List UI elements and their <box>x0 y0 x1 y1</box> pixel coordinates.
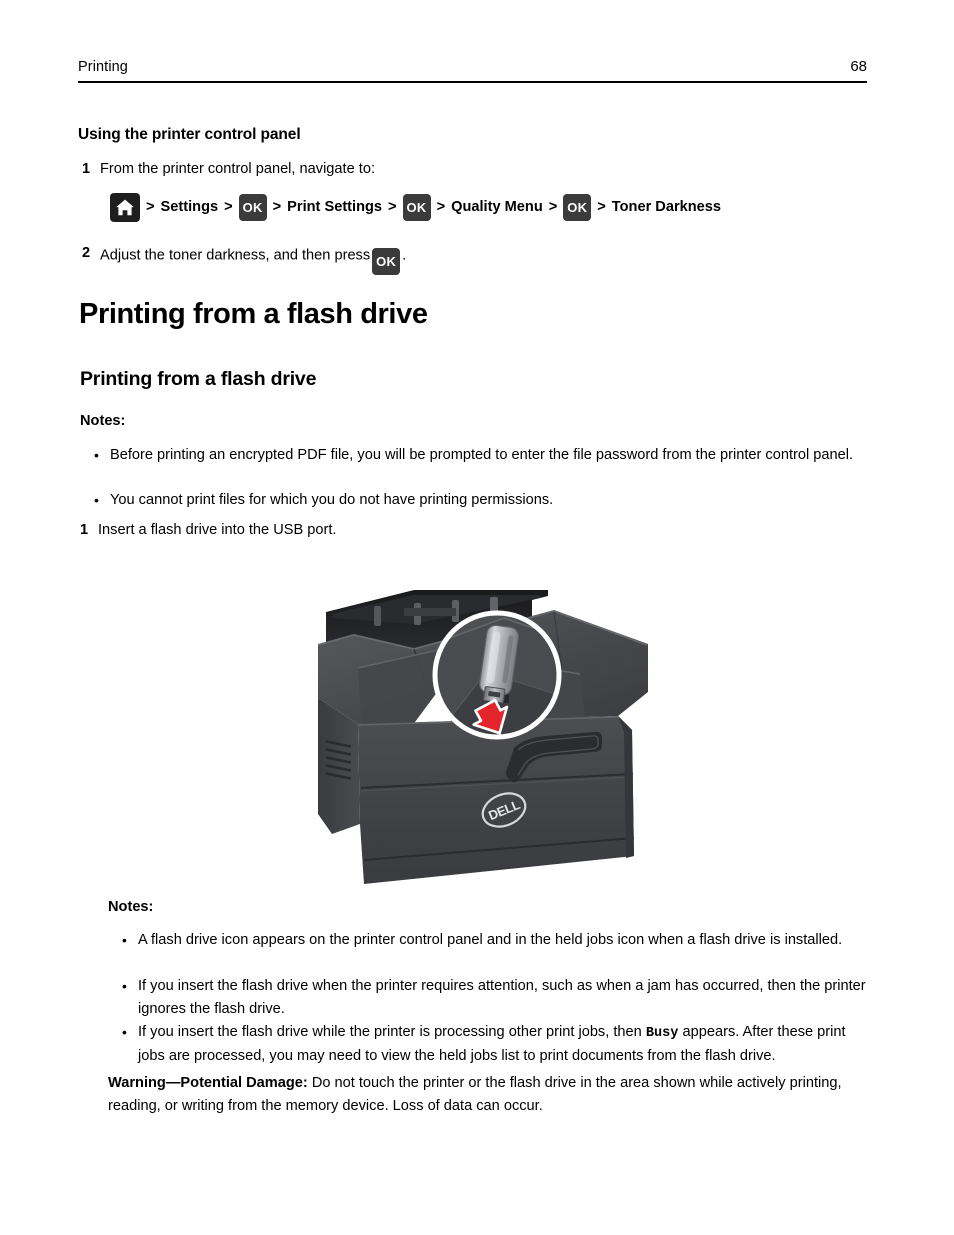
nav-separator-7: > <box>597 199 606 215</box>
list-item: • You cannot print files for which you d… <box>94 489 866 512</box>
step-text-after: . <box>402 247 407 264</box>
note-text: A flash drive icon appears on the printe… <box>138 932 843 948</box>
nav-separator-1: > <box>146 199 155 215</box>
step-text-before: Adjust the toner darkness, and then pres… <box>100 247 371 264</box>
note-text: Before printing an encrypted PDF file, y… <box>110 447 854 463</box>
nav-item-quality-menu[interactable]: Quality Menu <box>451 199 543 215</box>
nav-separator-2: > <box>224 199 233 215</box>
busy-status-code: Busy <box>645 1026 679 1041</box>
header-section-title: Printing <box>78 59 128 75</box>
ok-key-icon-4[interactable]: OK <box>372 248 401 275</box>
page-title: Printing from a flash drive <box>79 298 428 330</box>
step-number: 1 <box>82 161 91 177</box>
bullet-marker: • <box>122 932 127 948</box>
nav-separator-6: > <box>548 199 558 215</box>
document-page: Printing 68 Using the printer control pa… <box>0 0 954 1235</box>
nav-separator-4: > <box>388 199 397 215</box>
ok-key-icon-1[interactable]: OK <box>238 193 267 221</box>
header-divider <box>78 81 867 83</box>
warning-potential-damage: Warning—Potential Damage: Do not touch t… <box>108 1072 848 1118</box>
home-icon[interactable] <box>110 192 140 222</box>
list-item: • If you insert the flash drive when the… <box>122 975 868 1021</box>
bullet-marker: • <box>122 1024 127 1040</box>
step-text-wrapper: Adjust the toner darkness, and then pres… <box>100 242 407 275</box>
step-1-navigate: 1 From the printer control panel, naviga… <box>82 158 782 180</box>
notes-label-top: Notes: <box>80 413 126 429</box>
section-subtitle: Printing from a flash drive <box>80 368 317 390</box>
nav-item-print-settings[interactable]: Print Settings <box>287 199 382 215</box>
note-text-busy: If you insert the flash drive while the … <box>138 1021 868 1068</box>
note-text: If you insert the flash drive when the p… <box>138 978 866 1017</box>
header-page-number: 68 <box>850 58 867 75</box>
list-item: • Before printing an encrypted PDF file,… <box>94 444 866 467</box>
ok-key-icon-3[interactable]: OK <box>563 193 592 221</box>
note-text: You cannot print files for which you do … <box>110 492 554 508</box>
warning-label: Warning—Potential Damage: <box>108 1075 308 1091</box>
navigation-path: > Settings > OK > Print Settings > OK > … <box>110 192 721 222</box>
heading-using-printer-control-panel: Using the printer control panel <box>78 126 301 143</box>
nav-separator-3: > <box>272 199 282 215</box>
step-text: Insert a flash drive into the USB port. <box>98 522 337 538</box>
printer-illustration: DELL <box>318 588 654 885</box>
step-number: 1 <box>80 522 89 538</box>
busy-text-before: If you insert the flash drive while the … <box>138 1024 642 1040</box>
step-1-insert-flash-drive: 1 Insert a flash drive into the USB port… <box>80 519 780 541</box>
bullet-marker: • <box>122 978 127 994</box>
step-2-adjust-toner: 2 Adjust the toner darkness, and then pr… <box>82 242 782 275</box>
nav-item-toner-darkness[interactable]: Toner Darkness <box>612 199 721 215</box>
nav-separator-5: > <box>436 199 446 215</box>
ok-key-icon-2[interactable]: OK <box>402 193 431 221</box>
bullet-marker: • <box>94 492 99 508</box>
list-item: • A flash drive icon appears on the prin… <box>122 929 868 952</box>
list-item-busy: • If you insert the flash drive while th… <box>122 1021 868 1068</box>
step-number: 2 <box>82 245 91 261</box>
notes-label-bottom: Notes: <box>108 899 154 915</box>
step-text: From the printer control panel, navigate… <box>100 161 375 177</box>
page-header: Printing 68 <box>78 58 867 75</box>
nav-item-settings[interactable]: Settings <box>161 199 219 215</box>
bullet-marker: • <box>94 447 99 463</box>
